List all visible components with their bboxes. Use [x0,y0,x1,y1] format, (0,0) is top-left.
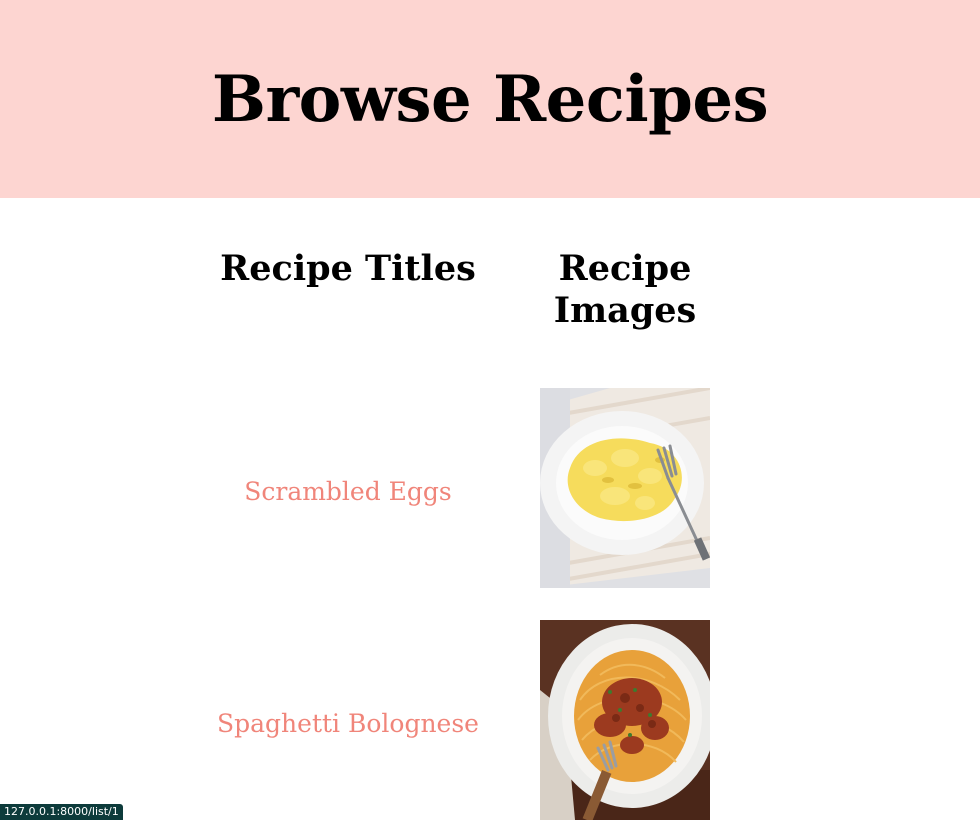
recipe-link-scrambled-eggs[interactable]: Scrambled Eggs [200,477,496,507]
column-header-images: Recipe Images [553,248,697,331]
page-title: Browse Recipes [211,62,769,137]
recipe-image-scrambled-eggs[interactable] [540,388,710,588]
page: Browse Recipes Recipe Titles Recipe Imag… [0,0,980,820]
recipe-image-spaghetti-bolognese[interactable] [540,620,710,820]
page-header: Browse Recipes [0,0,980,198]
column-header-titles: Recipe Titles [220,248,476,289]
spaghetti-bolognese-photo [540,620,710,820]
status-bar-url: 127.0.0.1:8000/list/1 [0,804,123,820]
recipe-link-spaghetti-bolognese[interactable]: Spaghetti Bolognese [200,709,496,739]
scrambled-eggs-photo [540,388,710,588]
